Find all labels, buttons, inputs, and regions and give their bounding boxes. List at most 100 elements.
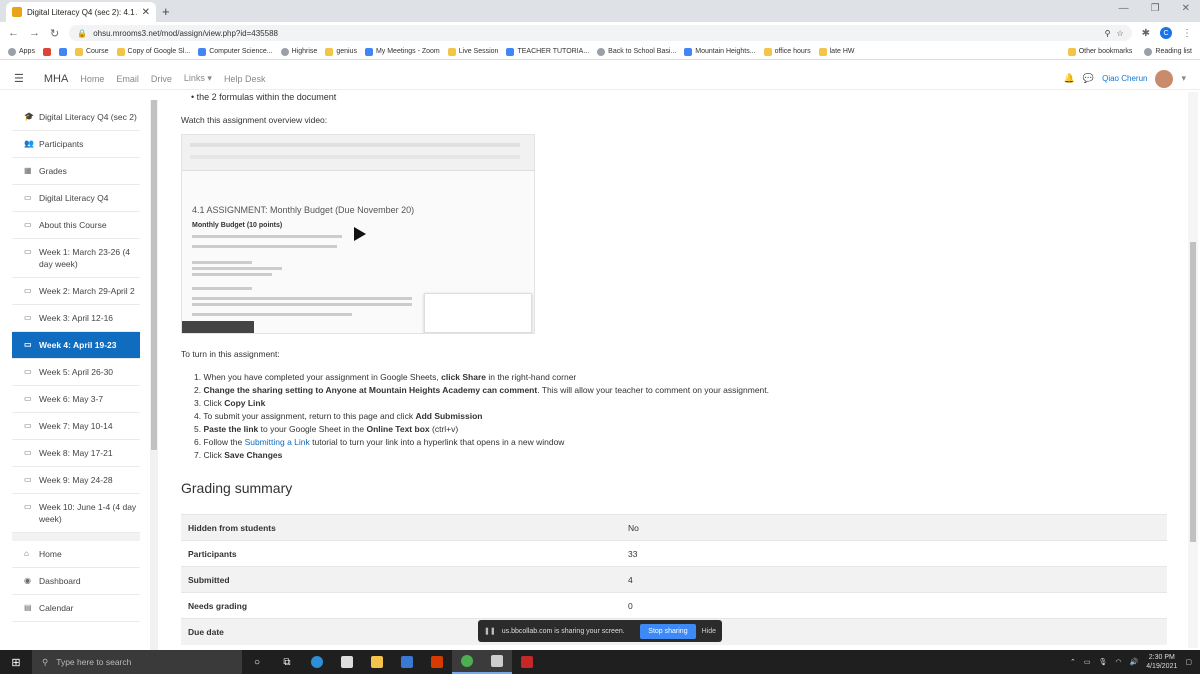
close-window-icon[interactable]: ✕ <box>1182 3 1190 14</box>
hamburger-menu-icon[interactable]: ☰ <box>14 72 24 85</box>
folder-icon: ▭ <box>24 340 32 349</box>
nav-link-email[interactable]: Email <box>116 74 139 84</box>
collaborate-icon[interactable] <box>482 650 512 674</box>
nav-link-help-desk[interactable]: Help Desk <box>224 74 266 84</box>
tray-chevron-icon[interactable]: ⌃ <box>1070 658 1076 666</box>
content-scrollbar[interactable] <box>1188 92 1198 648</box>
bookmark-item[interactable]: Course <box>74 47 109 56</box>
sidebar-item-grades[interactable]: ▦ Grades <box>12 158 140 185</box>
video-browser-chrome <box>182 135 534 171</box>
user-menu-caret-icon[interactable]: ▾ <box>1181 73 1186 84</box>
new-tab-icon[interactable]: + <box>162 4 170 19</box>
sidebar-item-week-6[interactable]: ▭ Week 6: May 3-7 <box>12 386 140 413</box>
gmail-icon[interactable] <box>42 47 51 56</box>
bookmark-item[interactable]: Computer Science... <box>198 47 273 56</box>
site-brand[interactable]: MHA <box>44 73 68 85</box>
bookmark-item[interactable]: My Meetings - Zoom <box>364 47 440 56</box>
sidebar-item-week-7[interactable]: ▭ Week 7: May 10-14 <box>12 413 140 440</box>
wifi-icon[interactable]: ◠ <box>1115 658 1121 666</box>
volume-icon[interactable]: 🔊 <box>1130 658 1139 666</box>
sidebar-item-section[interactable]: ▭ Digital Literacy Q4 <box>12 185 140 212</box>
stop-sharing-button[interactable]: Stop sharing <box>640 623 696 639</box>
store-icon[interactable] <box>332 650 362 674</box>
sidebar-item-week-9[interactable]: ▭ Week 9: May 24-28 <box>12 467 140 494</box>
edge-icon[interactable] <box>302 650 332 674</box>
nav-link-home[interactable]: Home <box>80 74 104 84</box>
course-icon: 🎓 <box>24 112 34 121</box>
bookmark-item[interactable]: TEACHER TUTORIA... <box>506 47 589 56</box>
user-name[interactable]: Qiao Cherun <box>1102 74 1147 83</box>
reload-icon[interactable]: ↻ <box>50 27 59 40</box>
cortana-icon[interactable]: ○ <box>242 650 272 674</box>
sidebar-item-home[interactable]: ⌂ Home <box>12 541 140 568</box>
bookmark-item[interactable]: Highrise <box>280 47 317 56</box>
video-tab-strip <box>190 143 520 147</box>
extensions-icon[interactable]: ✱ <box>1142 28 1150 39</box>
drive-icon[interactable] <box>58 47 67 56</box>
browser-menu-icon[interactable]: ⋮ <box>1182 28 1192 39</box>
bookmark-item[interactable]: late HW <box>818 47 855 56</box>
submitting-link-tutorial[interactable]: Submitting a Link <box>245 437 310 447</box>
mic-icon[interactable]: 🎙 <box>1099 658 1108 666</box>
notifications-icon[interactable]: ▢ <box>1185 658 1192 666</box>
task-view-icon[interactable]: ⧉ <box>272 650 302 674</box>
forward-icon[interactable]: → <box>29 27 40 39</box>
bookmark-item[interactable]: office hours <box>763 47 811 56</box>
sidebar-item-week-5[interactable]: ▭ Week 5: April 26-30 <box>12 359 140 386</box>
hide-button[interactable]: Hide <box>702 628 716 635</box>
profile-avatar[interactable]: C <box>1160 27 1172 39</box>
sidebar-item-participants[interactable]: 👥 Participants <box>12 131 140 158</box>
messages-icon[interactable]: 💬 <box>1083 73 1094 84</box>
chrome-icon[interactable] <box>452 650 482 674</box>
reading-list[interactable]: Reading list <box>1144 47 1192 56</box>
sidebar-item-week-2[interactable]: ▭ Week 2: March 29-April 2 <box>12 278 140 305</box>
bookmark-item[interactable]: Apps <box>8 47 35 56</box>
sidebar-item-week-8[interactable]: ▭ Week 8: May 17-21 <box>12 440 140 467</box>
sidebar-item-week-4[interactable]: ▭ Week 4: April 19-23 <box>12 332 140 359</box>
bookmark-item[interactable]: Live Session <box>447 47 498 56</box>
sidebar-item-week-1[interactable]: ▭ Week 1: March 23-26 (4 day week) <box>12 239 140 278</box>
sidebar-item-section[interactable]: ▭ About this Course <box>12 212 140 239</box>
sidebar-item-calendar[interactable]: ▤ Calendar <box>12 595 140 622</box>
browser-tab-bar: Digital Literacy Q4 (sec 2): 4.1 AS... ✕… <box>0 0 1200 22</box>
step-item: 6. Follow the Submitting a Link tutorial… <box>194 437 565 447</box>
video-controls[interactable] <box>182 321 254 333</box>
step-item: 7. Click Save Changes <box>194 450 283 460</box>
sidebar-item-week-10[interactable]: ▭ Week 10: June 1-4 (4 day week) <box>12 494 140 533</box>
sidebar-scroll-thumb[interactable] <box>151 100 157 450</box>
zoom-icon[interactable]: ⚲ <box>1105 29 1111 38</box>
close-tab-icon[interactable]: ✕ <box>142 7 150 18</box>
video-text-line <box>192 245 337 248</box>
sidebar-item-course[interactable]: 🎓 Digital Literacy Q4 (sec 2) <box>12 104 140 131</box>
app-red-icon[interactable] <box>512 650 542 674</box>
content-scroll-thumb[interactable] <box>1190 242 1196 542</box>
other-bookmarks[interactable]: Other bookmarks <box>1067 47 1132 56</box>
play-icon[interactable] <box>354 227 366 241</box>
mail-icon[interactable] <box>392 650 422 674</box>
bookmark-item[interactable]: Back to School Basi... <box>597 47 676 56</box>
network-icon[interactable]: ▭ <box>1084 658 1091 666</box>
bookmark-item[interactable]: genius <box>325 47 357 56</box>
user-avatar[interactable] <box>1155 69 1174 88</box>
nav-link-drive[interactable]: Drive <box>151 74 172 84</box>
windows-start-icon[interactable]: ⊞ <box>0 656 32 669</box>
overview-video-player[interactable]: 4.1 ASSIGNMENT: Monthly Budget (Due Nove… <box>181 134 535 334</box>
minimize-icon[interactable]: — <box>1119 3 1129 14</box>
bookmark-item[interactable]: Copy of Google Sl... <box>116 47 190 56</box>
sidebar-item-dashboard[interactable]: ◉ Dashboard <box>12 568 140 595</box>
bookmark-star-icon[interactable]: ☆ <box>1116 29 1123 38</box>
browser-tab[interactable]: Digital Literacy Q4 (sec 2): 4.1 AS... ✕ <box>6 2 156 22</box>
sidebar-item-week-3[interactable]: ▭ Week 3: April 12-16 <box>12 305 140 332</box>
taskbar-search[interactable]: ⚲ Type here to search <box>32 650 242 674</box>
sidebar-scrollbar[interactable] <box>150 100 158 652</box>
office-icon[interactable] <box>422 650 452 674</box>
screen: Digital Literacy Q4 (sec 2): 4.1 AS... ✕… <box>0 0 1200 674</box>
url-bar[interactable]: 🔒 ohsu.mrooms3.net/mod/assign/view.php?i… <box>69 25 1132 41</box>
nav-link-links[interactable]: Links ▾ <box>184 73 212 84</box>
maximize-icon[interactable]: ❐ <box>1151 3 1160 14</box>
taskbar-clock[interactable]: 2:30 PM 4/19/2021 <box>1146 653 1177 671</box>
notification-bell-icon[interactable]: 🔔 <box>1064 73 1075 84</box>
back-icon[interactable]: ← <box>8 27 19 39</box>
file-explorer-icon[interactable] <box>362 650 392 674</box>
bookmark-item[interactable]: Mountain Heights... <box>684 47 756 56</box>
